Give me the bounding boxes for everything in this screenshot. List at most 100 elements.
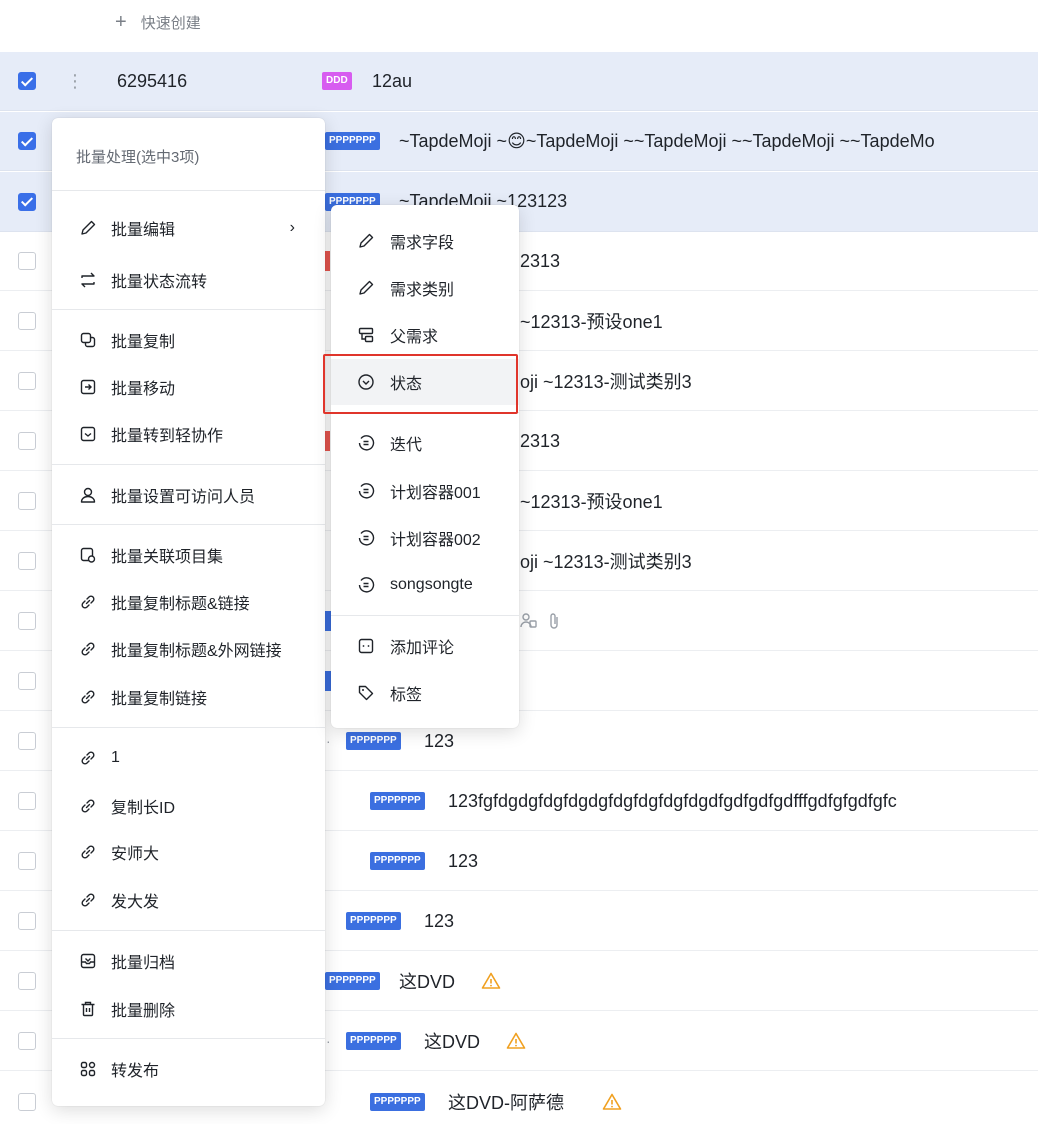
submenu-item-add-comment[interactable]: 添加评论 [331,623,519,669]
row-checkbox[interactable] [18,672,36,690]
batch-copy-title-link-item[interactable]: 批量复制标题&链接 [52,579,325,625]
row-title[interactable]: ~12313-预设one1 [520,308,663,334]
copy-long-id-item[interactable]: 复制长ID [52,783,325,829]
type-tag: PPPPPPP [370,1092,425,1111]
batch-edit-item[interactable]: 批量编辑 › [52,205,325,251]
menu-divider [52,524,325,525]
users-icon [519,611,539,631]
row-title[interactable]: 123fgfdgdgfdgfdgdgfdgfdgfdgfdgdfgdfgdfgd… [448,791,897,812]
row-title[interactable]: 2313 [520,251,560,272]
row-checkbox[interactable] [18,132,36,150]
menu-item-label: 批量复制 [111,334,176,351]
menu-item-label: 1 [111,749,120,766]
type-tag: PPPPPPP [370,852,425,870]
batch-archive-item[interactable]: 批量归档 [52,938,325,984]
menu-item-label: 批量复制标题&链接 [111,596,250,613]
pencil-icon [79,219,97,237]
custom-link-item-3[interactable]: 发大发 [52,877,325,923]
pencil-icon [357,232,375,250]
hierarchy-icon [357,326,375,344]
submenu-item-label: 父需求 [390,329,439,346]
row-checkbox[interactable] [18,792,36,810]
submenu-item-plan-container-002[interactable]: 计划容器002 [331,515,519,561]
batch-copy-item[interactable]: 批量复制 [52,317,325,363]
plus-icon: + [115,10,127,33]
submenu-item-songsongte[interactable]: songsongte [331,562,519,608]
tree-line-icon: · [326,1033,331,1049]
custom-link-item-2[interactable]: 安师大 [52,829,325,875]
table-row[interactable]: ⋮ 6295416 DDD 12au [0,52,1038,111]
menu-item-label: 批量关联项目集 [111,549,224,566]
submenu-item-label: 迭代 [390,437,423,454]
row-checkbox[interactable] [18,852,36,870]
menu-divider [331,615,519,616]
drag-handle-icon[interactable]: ⋮ [66,72,84,90]
transfer-release-item[interactable]: 转发布 [52,1046,325,1092]
batch-status-flow-item[interactable]: 批量状态流转 [52,257,325,303]
submenu-item-label: 需求字段 [390,235,455,252]
grid-icon [79,1060,97,1078]
link-icon [79,797,97,815]
iteration-icon [357,482,375,500]
batch-copy-link-item[interactable]: 批量复制链接 [52,674,325,720]
row-title[interactable]: ~TapdeMoji ~😊~TapdeMoji ~~TapdeMoji ~~Ta… [399,131,935,152]
row-checkbox[interactable] [18,312,36,330]
iteration-icon [357,434,375,452]
submenu-item-tag[interactable]: 标签 [331,670,519,716]
row-title[interactable]: 2313 [520,431,560,452]
submenu-item-requirement-category[interactable]: 需求类别 [331,265,519,311]
row-title[interactable]: 12au [372,71,412,92]
submenu-item-requirement-field[interactable]: 需求字段 [331,218,519,264]
row-checkbox[interactable] [18,492,36,510]
batch-move-item[interactable]: 批量移动 [52,364,325,410]
trash-icon [79,1000,97,1018]
batch-convert-item[interactable]: 批量转到轻协作 [52,411,325,457]
link-icon [79,640,97,658]
link-icon [79,749,97,767]
type-tag: PPPPPPP [346,912,401,930]
row-checkbox[interactable] [18,612,36,630]
menu-item-label: 批量状态流转 [111,274,208,291]
row-checkbox[interactable] [18,372,36,390]
batch-project-set-item[interactable]: 批量关联项目集 [52,532,325,578]
type-tag: PPPPPPP [346,1032,401,1050]
row-checkbox[interactable] [18,732,36,750]
move-icon [79,378,97,396]
row-title[interactable]: 123 [424,731,454,752]
row-checkbox[interactable] [18,252,36,270]
row-title[interactable]: 123 [448,851,478,872]
row-checkbox[interactable] [18,432,36,450]
row-title[interactable]: ~12313-预设one1 [520,488,663,514]
submenu-item-parent[interactable]: 父需求 [331,312,519,358]
quick-create-button[interactable]: + 快速创建 [115,8,201,36]
submenu-item-iteration[interactable]: 迭代 [331,420,519,466]
menu-divider [52,727,325,728]
row-title[interactable]: 123 [424,911,454,932]
batch-copy-title-external-link-item[interactable]: 批量复制标题&外网链接 [52,626,325,672]
batch-delete-item[interactable]: 批量删除 [52,986,325,1032]
row-title[interactable]: oji ~12313-测试类别3 [520,548,692,574]
custom-link-item-1[interactable]: 1 [52,735,325,781]
row-title[interactable]: 这DVD [399,968,455,994]
link-icon [79,593,97,611]
row-title[interactable]: oji ~12313-测试类别3 [520,368,692,394]
row-checkbox[interactable] [18,1092,36,1111]
row-title[interactable]: 这DVD-阿萨德 [448,1089,564,1115]
row-checkbox[interactable] [18,1032,36,1050]
batch-menu-header: 批量处理(选中3项) [76,149,200,166]
row-checkbox[interactable] [18,552,36,570]
attachment-icon [547,611,561,631]
batch-action-menu: 批量处理(选中3项) 批量编辑 › 批量状态流转 批量复制 批量移动 批量转到轻… [52,118,325,1106]
row-checkbox[interactable] [18,972,36,990]
row-checkbox[interactable] [18,192,36,211]
batch-access-item[interactable]: 批量设置可访问人员 [52,472,325,518]
type-tag: PPPPPPP [370,792,425,810]
menu-item-label: 批量移动 [111,381,176,398]
iteration-icon [357,576,375,594]
row-checkbox[interactable] [18,912,36,930]
row-title[interactable]: 这DVD [424,1028,480,1054]
type-tag: PPPPPPP [346,732,401,750]
submenu-item-plan-container-001[interactable]: 计划容器001 [331,468,519,514]
row-checkbox[interactable] [18,72,36,90]
menu-divider [52,190,325,191]
